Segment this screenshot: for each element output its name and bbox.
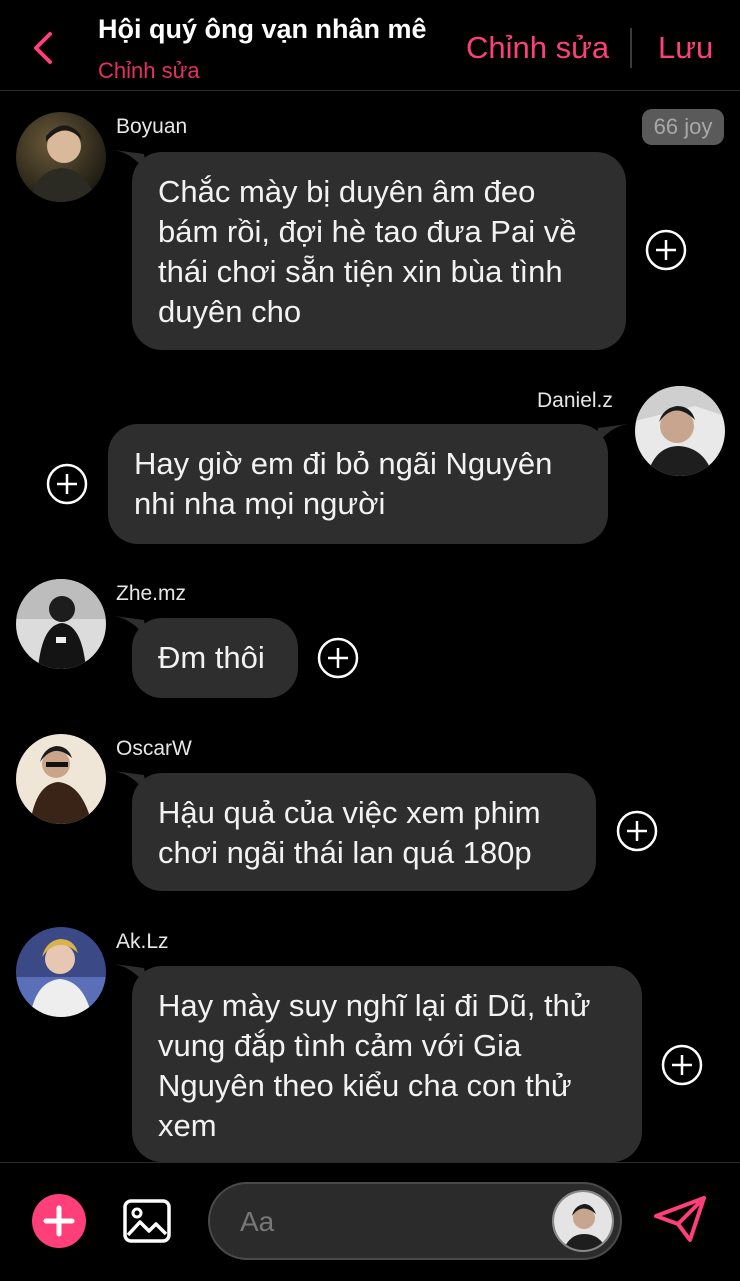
avatar-zhe[interactable] xyxy=(16,579,106,669)
add-icon xyxy=(43,1205,75,1237)
username-daniel: Daniel.z xyxy=(537,389,613,412)
joy-badge: 66 joy xyxy=(642,109,724,145)
message-bubble: Hậu quả của việc xem phim chơi ngãi thái… xyxy=(132,773,596,891)
send-button[interactable] xyxy=(652,1194,708,1244)
message-input-wrapper xyxy=(208,1182,622,1260)
image-icon xyxy=(123,1199,171,1243)
message-input[interactable] xyxy=(238,1198,542,1246)
avatar-ak[interactable] xyxy=(16,927,106,1017)
avatar-boyuan[interactable] xyxy=(16,112,106,202)
plus-circle-icon xyxy=(46,463,88,505)
avatar-oscar[interactable] xyxy=(16,734,106,824)
username-oscar: OscarW xyxy=(116,737,192,760)
chat-subtitle: Chỉnh sửa xyxy=(98,58,200,83)
composer-avatar[interactable] xyxy=(552,1190,614,1252)
back-button[interactable] xyxy=(28,30,58,66)
message-bubble: Hay giờ em đi bỏ ngãi Nguyên nhi nha mọi… xyxy=(108,424,608,544)
plus-circle-icon xyxy=(645,229,687,271)
plus-circle-icon xyxy=(616,810,658,852)
add-button[interactable] xyxy=(32,1194,86,1248)
avatar-daniel[interactable] xyxy=(635,386,725,476)
react-button[interactable] xyxy=(645,229,687,271)
react-button[interactable] xyxy=(616,810,658,852)
chat-title: Hội quý ông vạn nhân mê xyxy=(98,14,427,44)
react-button[interactable] xyxy=(46,463,88,505)
back-chevron-icon xyxy=(34,32,52,64)
message-bubble: Đm thôi xyxy=(132,618,298,698)
username-zhe: Zhe.mz xyxy=(116,582,187,605)
username-boyuan: Boyuan xyxy=(116,115,188,138)
image-button[interactable] xyxy=(122,1196,172,1246)
plus-circle-icon xyxy=(661,1044,703,1086)
message-bubble: Hay mày suy nghĩ lại đi Dũ, thử vung đắp… xyxy=(132,966,642,1162)
save-button[interactable]: Lưu xyxy=(658,30,713,66)
react-button[interactable] xyxy=(317,637,359,679)
edit-button[interactable]: Chỉnh sửa xyxy=(466,30,609,66)
username-ak: Ak.Lz xyxy=(116,930,169,953)
message-bubble: Chắc mày bị duyên âm đeo bám rồi, đợi hè… xyxy=(132,152,626,350)
chat-header: Hội quý ông vạn nhân mê Chỉnh sửa Chỉnh … xyxy=(0,0,740,91)
react-button[interactable] xyxy=(661,1044,703,1086)
send-icon xyxy=(654,1196,706,1242)
plus-circle-icon xyxy=(317,637,359,679)
header-divider xyxy=(630,28,632,68)
